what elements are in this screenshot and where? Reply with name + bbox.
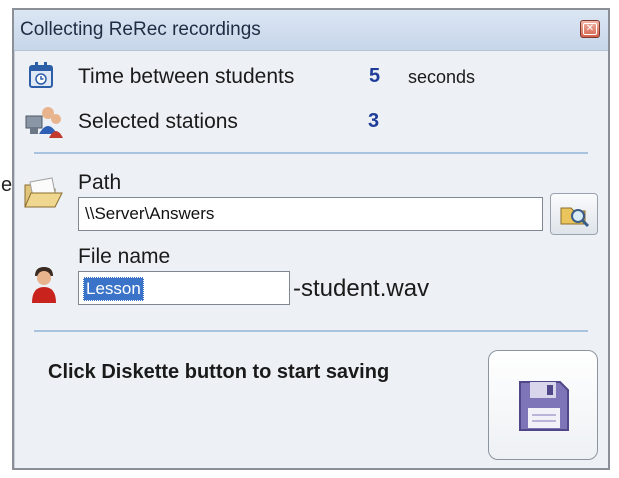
dialog-window: Collecting ReRec recordings ✕ Time betwe… bbox=[12, 8, 610, 470]
time-unit-label: seconds bbox=[408, 67, 476, 87]
path-input[interactable] bbox=[78, 197, 543, 231]
file-name-input[interactable]: Lesson bbox=[78, 271, 290, 305]
path-label: Path bbox=[78, 171, 122, 194]
save-diskette-button[interactable] bbox=[488, 350, 598, 460]
open-folder-icon bbox=[24, 177, 63, 208]
student-person-icon bbox=[32, 267, 56, 303]
file-name-value: Lesson bbox=[83, 277, 144, 301]
close-button[interactable]: ✕ bbox=[580, 20, 600, 38]
file-name-label: File name bbox=[78, 245, 171, 268]
section-divider bbox=[34, 152, 588, 154]
stations-users-icon bbox=[25, 107, 63, 138]
time-between-value: 5 bbox=[369, 65, 381, 87]
title-bar[interactable]: Collecting ReRec recordings ✕ bbox=[14, 10, 608, 51]
save-hint-text: Click Diskette button to start saving bbox=[48, 361, 390, 383]
window-title: Collecting ReRec recordings bbox=[20, 19, 261, 40]
file-suffix-label: -student.wav bbox=[293, 275, 430, 302]
folder-search-icon bbox=[560, 207, 590, 228]
diskette-icon bbox=[519, 381, 569, 431]
browse-button[interactable] bbox=[550, 193, 598, 235]
selected-stations-value: 3 bbox=[368, 110, 380, 132]
selected-stations-label: Selected stations bbox=[78, 110, 238, 133]
section-divider-2 bbox=[34, 330, 588, 332]
clock-calendar-icon bbox=[29, 62, 53, 88]
time-between-label: Time between students bbox=[78, 65, 295, 88]
close-icon: ✕ bbox=[583, 23, 597, 35]
stray-text: e bbox=[1, 174, 13, 196]
